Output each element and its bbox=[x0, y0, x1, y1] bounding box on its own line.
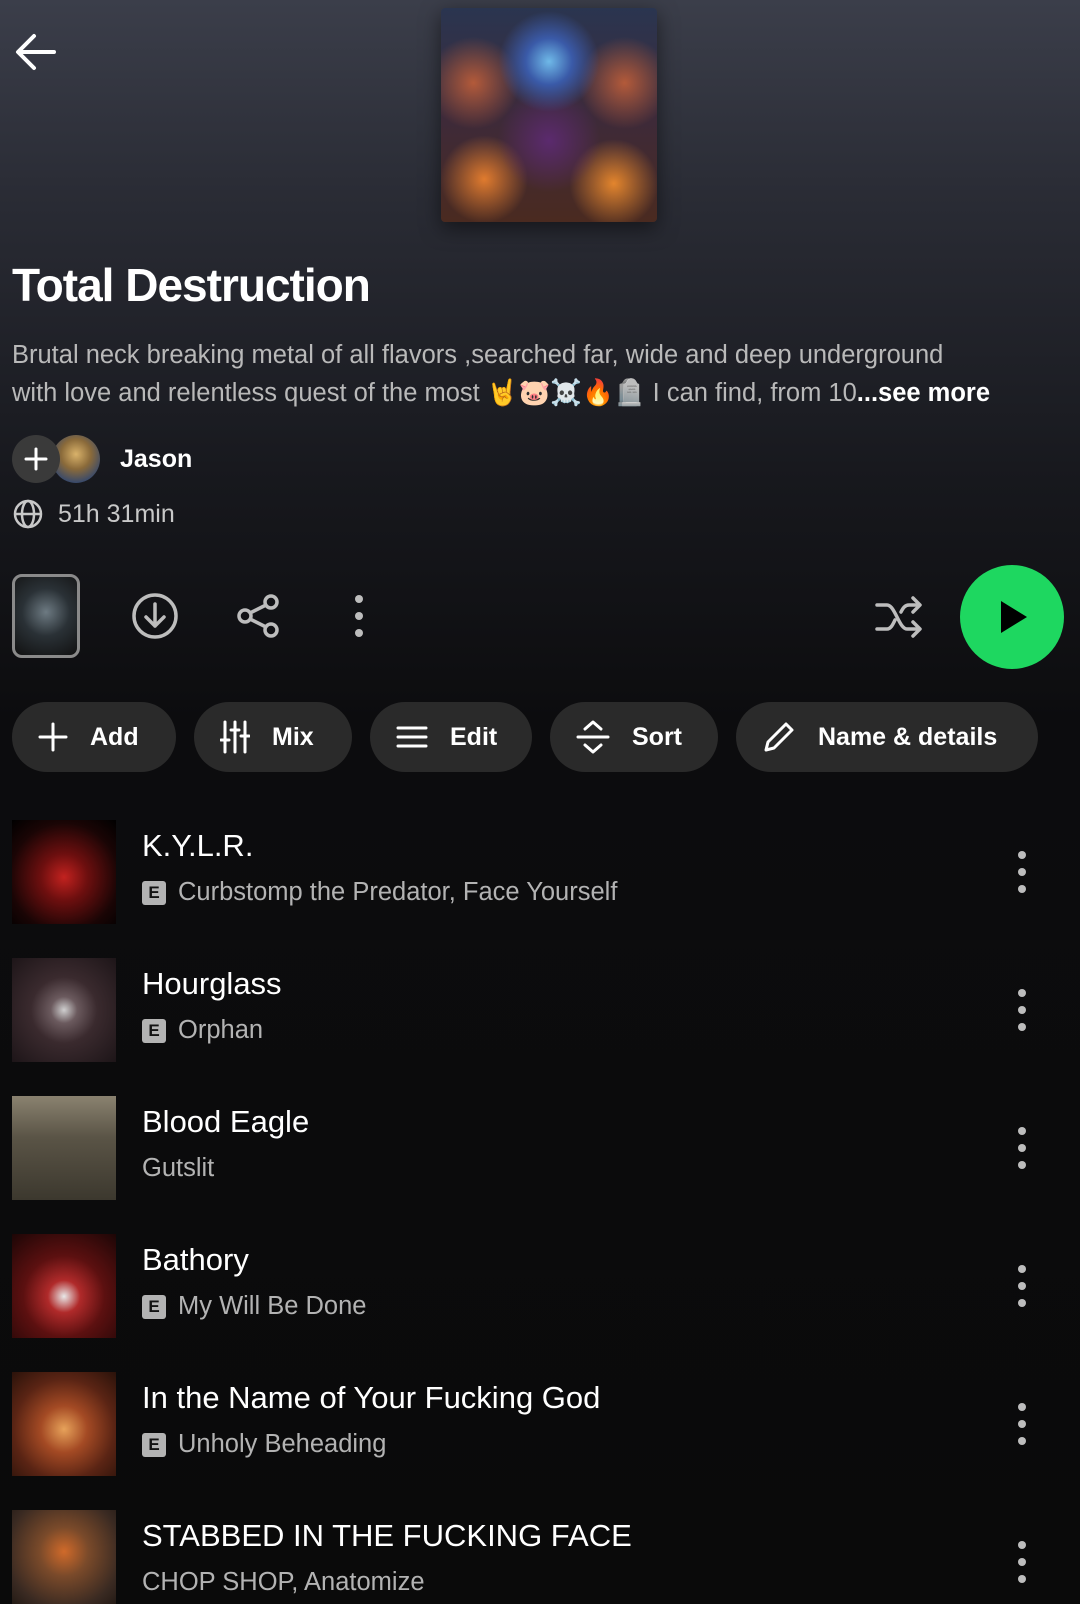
track-artwork bbox=[12, 820, 116, 924]
track-title: In the Name of Your Fucking God bbox=[142, 1380, 601, 1415]
action-bar bbox=[12, 565, 1072, 669]
track-row[interactable]: Hourglass E Orphan bbox=[0, 946, 1080, 1084]
edit-chip[interactable]: Edit bbox=[370, 702, 532, 772]
playlist-duration: 51h 31min bbox=[58, 499, 175, 528]
playlist-description: Brutal neck breaking metal of all flavor… bbox=[12, 336, 1078, 412]
name-details-chip[interactable]: Name & details bbox=[736, 702, 1038, 772]
explicit-badge: E bbox=[142, 1294, 166, 1319]
track-more-button[interactable] bbox=[1002, 1532, 1042, 1592]
track-more-button[interactable] bbox=[1002, 842, 1042, 902]
track-title: Blood Eagle bbox=[142, 1104, 310, 1139]
track-row[interactable]: Bathory E My Will Be Done bbox=[0, 1222, 1080, 1360]
duration-row: 51h 31min bbox=[12, 498, 175, 530]
shuffle-button[interactable] bbox=[872, 589, 928, 645]
track-more-button[interactable] bbox=[1002, 1118, 1042, 1178]
download-button[interactable] bbox=[130, 591, 180, 641]
track-artwork bbox=[12, 1096, 116, 1200]
play-button[interactable] bbox=[960, 565, 1064, 669]
track-artwork bbox=[12, 1510, 116, 1604]
more-vertical-icon bbox=[1018, 1265, 1026, 1307]
sort-chip[interactable]: Sort bbox=[550, 702, 718, 772]
explicit-badge: E bbox=[142, 1018, 166, 1043]
playlist-title: Total Destruction bbox=[12, 259, 371, 311]
plus-icon bbox=[38, 722, 68, 752]
track-artist: Curbstomp the Predator, Face Yourself bbox=[178, 878, 618, 906]
sliders-icon bbox=[220, 720, 250, 754]
track-artist: Orphan bbox=[178, 1016, 264, 1044]
track-artwork bbox=[12, 1372, 116, 1476]
more-vertical-icon bbox=[1018, 1403, 1026, 1445]
track-artist: My Will Be Done bbox=[178, 1292, 367, 1320]
track-artwork bbox=[12, 1234, 116, 1338]
track-more-button[interactable] bbox=[1002, 1256, 1042, 1316]
track-title: Hourglass bbox=[142, 966, 282, 1001]
track-artwork bbox=[12, 958, 116, 1062]
name-details-chip-label: Name & details bbox=[818, 722, 998, 751]
more-vertical-icon bbox=[1018, 1127, 1026, 1169]
track-artist: CHOP SHOP, Anatomize bbox=[142, 1568, 425, 1596]
mix-chip[interactable]: Mix bbox=[194, 702, 352, 772]
more-vertical-icon bbox=[1018, 1541, 1026, 1583]
add-collaborator-button[interactable] bbox=[12, 435, 60, 483]
more-vertical-icon bbox=[355, 595, 363, 637]
owner-name[interactable]: Jason bbox=[120, 445, 192, 474]
explicit-badge: E bbox=[142, 1432, 166, 1457]
track-title: STABBED IN THE FUCKING FACE bbox=[142, 1518, 632, 1553]
add-chip-label: Add bbox=[90, 722, 139, 751]
sort-icon bbox=[576, 720, 610, 754]
description-line-2: with love and relentless quest of the mo… bbox=[12, 379, 857, 407]
sort-chip-label: Sort bbox=[632, 722, 682, 751]
owner-row: Jason bbox=[12, 434, 192, 484]
track-more-button[interactable] bbox=[1002, 1394, 1042, 1454]
track-artist: Gutslit bbox=[142, 1154, 215, 1182]
more-vertical-icon bbox=[1018, 989, 1026, 1031]
track-artist: Unholy Beheading bbox=[178, 1430, 387, 1458]
mix-chip-label: Mix bbox=[272, 722, 314, 751]
download-icon bbox=[132, 593, 178, 639]
track-row[interactable]: K.Y.L.R. E Curbstomp the Predator, Face … bbox=[0, 808, 1080, 946]
playlist-cover bbox=[441, 8, 657, 222]
track-row[interactable]: In the Name of Your Fucking God E Unholy… bbox=[0, 1360, 1080, 1498]
add-chip[interactable]: Add bbox=[12, 702, 176, 772]
arrow-left-icon bbox=[16, 34, 56, 70]
playlist-thumbnail-button[interactable] bbox=[12, 574, 80, 658]
share-button[interactable] bbox=[234, 591, 284, 641]
share-icon bbox=[237, 594, 279, 638]
globe-icon bbox=[13, 499, 43, 529]
track-row[interactable]: Blood Eagle Gutslit bbox=[0, 1084, 1080, 1222]
back-button[interactable] bbox=[10, 26, 62, 78]
plus-icon bbox=[24, 447, 48, 471]
more-options-button[interactable] bbox=[344, 587, 374, 645]
menu-lines-icon bbox=[396, 726, 428, 748]
shuffle-icon bbox=[875, 596, 922, 638]
edit-chip-label: Edit bbox=[450, 722, 498, 751]
see-more-link[interactable]: ...see more bbox=[857, 379, 990, 407]
more-vertical-icon bbox=[1018, 851, 1026, 893]
description-line-1: Brutal neck breaking metal of all flavor… bbox=[12, 341, 944, 369]
track-title: Bathory bbox=[142, 1242, 249, 1277]
track-list: K.Y.L.R. E Curbstomp the Predator, Face … bbox=[0, 808, 1080, 1604]
pencil-icon bbox=[764, 722, 794, 752]
track-row[interactable]: STABBED IN THE FUCKING FACE CHOP SHOP, A… bbox=[0, 1498, 1080, 1604]
chip-row: Add Mix Edit Sort Name & details bbox=[12, 702, 1038, 772]
track-title: K.Y.L.R. bbox=[142, 828, 254, 863]
playlist-screen: Total Destruction Brutal neck breaking m… bbox=[0, 0, 1080, 1604]
explicit-badge: E bbox=[142, 880, 166, 905]
track-more-button[interactable] bbox=[1002, 980, 1042, 1040]
play-icon bbox=[1001, 601, 1027, 633]
